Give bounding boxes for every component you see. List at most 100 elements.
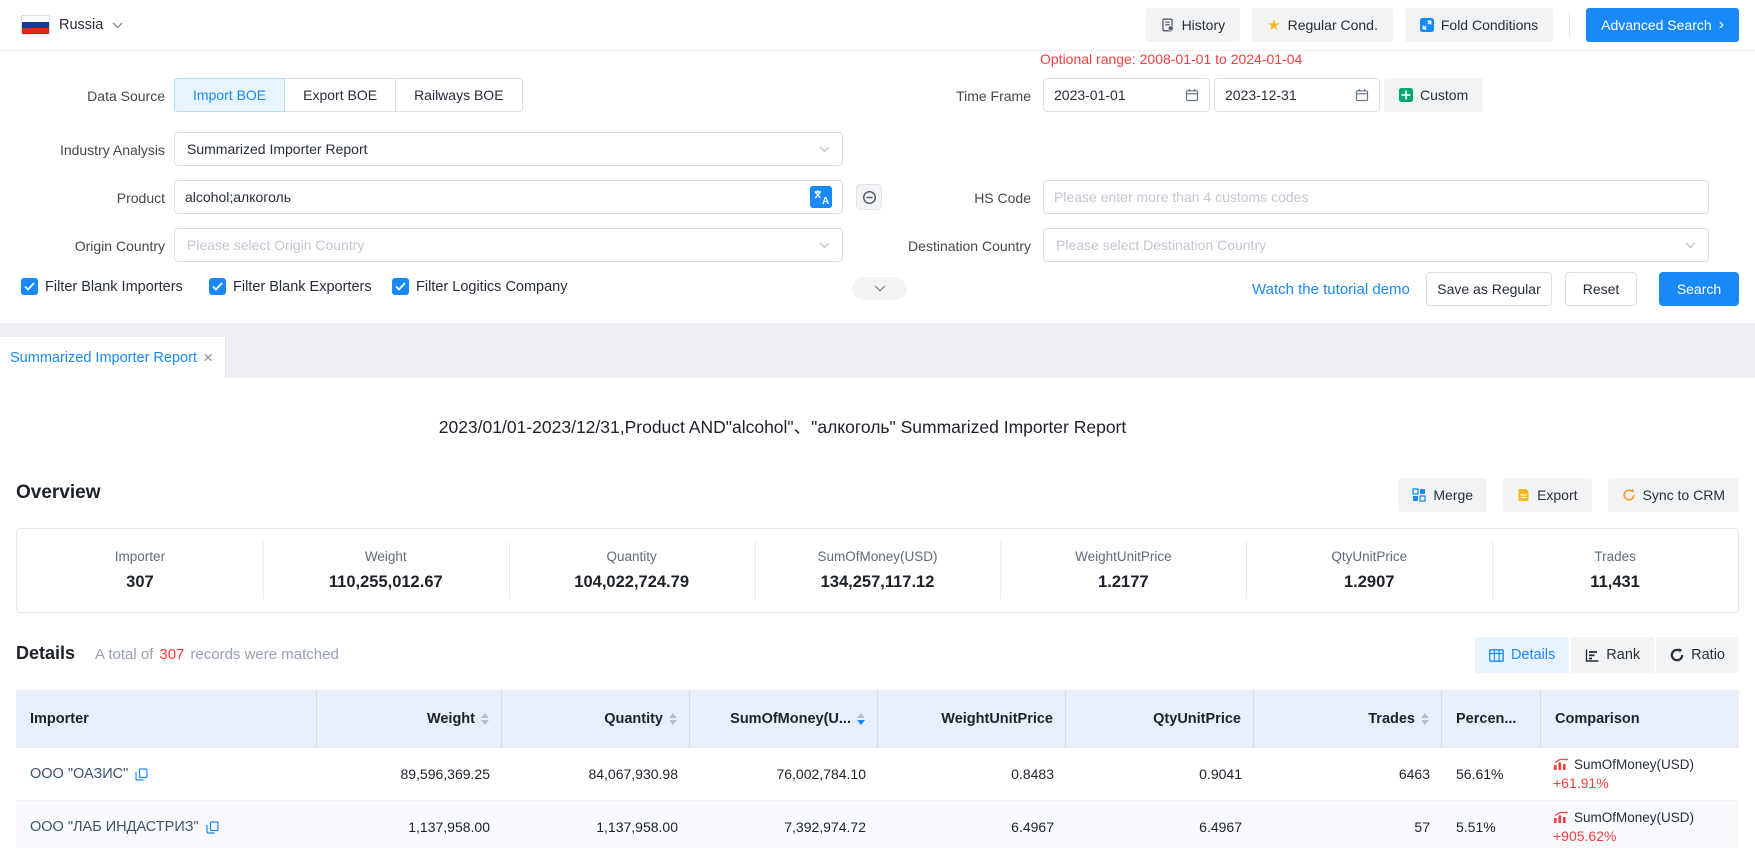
stat-weight: Weight110,255,012.67 <box>263 529 509 612</box>
export-label: Export <box>1537 487 1577 503</box>
product-input[interactable]: A <box>174 180 843 214</box>
overview-actions: Merge Export Sync to CRM <box>1398 478 1739 512</box>
data-source-import-boe[interactable]: Import BOE <box>174 78 285 112</box>
weight-unit-price-cell: 0.8483 <box>878 748 1066 800</box>
origin-country-label: Origin Country <box>0 237 165 255</box>
country-name: Russia <box>59 17 103 33</box>
time-frame-label: Time Frame <box>901 87 1031 105</box>
filter-blank-exporters-label: Filter Blank Exporters <box>233 279 372 295</box>
filter-logitics-company-checkbox[interactable]: Filter Logitics Company <box>392 278 568 295</box>
chevron-down-icon <box>112 22 123 29</box>
save-as-regular-button[interactable]: Save as Regular <box>1426 272 1552 306</box>
country-selector[interactable]: Russia <box>21 0 123 50</box>
start-date-value[interactable] <box>1054 87 1185 103</box>
table-header: Importer Weight Quantity SumOfMoney(U...… <box>16 690 1739 748</box>
destination-country-placeholder: Please select Destination Country <box>1056 237 1685 253</box>
comparison-cell: SumOfMoney(USD) +61.91% <box>1541 748 1739 800</box>
filter-blank-importers-checkbox[interactable]: Filter Blank Importers <box>21 278 183 295</box>
copy-icon[interactable] <box>135 768 148 781</box>
history-button[interactable]: History <box>1146 8 1241 42</box>
stat-value: 1.2177 <box>1098 573 1148 592</box>
sort-icon[interactable] <box>481 713 489 726</box>
close-icon[interactable]: × <box>203 349 213 366</box>
destination-country-select[interactable]: Please select Destination Country <box>1043 228 1709 262</box>
table-icon <box>1489 649 1504 662</box>
sort-icon-active-desc[interactable] <box>857 713 865 726</box>
start-date-input[interactable] <box>1043 78 1210 112</box>
hs-code-value[interactable] <box>1054 189 1698 205</box>
sum-of-money-cell: 7,392,974.72 <box>690 801 878 848</box>
origin-country-select[interactable]: Please select Origin Country <box>174 228 843 262</box>
sum-of-money-cell: 76,002,784.10 <box>690 748 878 800</box>
qty-unit-price-cell: 0.9041 <box>1066 748 1254 800</box>
stat-sum-of-money: SumOfMoney(USD)134,257,117.12 <box>755 529 1001 612</box>
weight-unit-price-cell: 6.4967 <box>878 801 1066 848</box>
ratio-view-button[interactable]: Ratio <box>1656 637 1739 673</box>
data-source-railways-boe[interactable]: Railways BOE <box>395 78 522 112</box>
hs-code-input[interactable] <box>1043 180 1709 214</box>
regular-cond-button[interactable]: ★ Regular Cond. <box>1252 8 1393 42</box>
search-button[interactable]: Search <box>1659 272 1739 306</box>
data-source-segment: Import BOE Export BOE Railways BOE <box>174 78 523 112</box>
advanced-search-button[interactable]: Advanced Search › <box>1586 8 1739 42</box>
tab-summarized-importer-report[interactable]: Summarized Importer Report × <box>0 337 226 378</box>
summary-suffix: records were matched <box>190 646 338 663</box>
rank-view-label: Rank <box>1606 647 1640 663</box>
russia-flag-icon <box>21 15 50 35</box>
trend-chart-icon <box>1553 811 1568 824</box>
end-date-input[interactable] <box>1214 78 1380 112</box>
importer-name-link[interactable]: ООО "ЛАБ ИНДАСТРИЗ" <box>30 819 199 835</box>
history-icon <box>1161 18 1175 32</box>
sort-icon[interactable] <box>669 713 677 726</box>
hs-code-label: HS Code <box>801 189 1031 207</box>
stat-label: WeightUnitPrice <box>1075 549 1172 564</box>
col-sum-of-money[interactable]: SumOfMoney(U... <box>690 690 878 748</box>
stat-label: QtyUnitPrice <box>1331 549 1407 564</box>
calendar-icon <box>1355 88 1369 102</box>
fold-conditions-label: Fold Conditions <box>1441 17 1538 33</box>
col-weight[interactable]: Weight <box>317 690 502 748</box>
rank-bars-icon <box>1585 649 1599 662</box>
merge-button[interactable]: Merge <box>1398 478 1487 512</box>
details-view-button[interactable]: Details <box>1475 637 1569 673</box>
industry-analysis-value: Summarized Importer Report <box>187 141 819 157</box>
sync-to-crm-button[interactable]: Sync to CRM <box>1608 478 1739 512</box>
stat-value: 110,255,012.67 <box>329 573 443 592</box>
export-button[interactable]: Export <box>1503 478 1591 512</box>
col-quantity[interactable]: Quantity <box>502 690 690 748</box>
product-value[interactable] <box>185 189 804 205</box>
comparison-change: +61.91% <box>1553 775 1609 791</box>
end-date-value[interactable] <box>1225 87 1355 103</box>
stat-value: 1.2907 <box>1344 573 1394 592</box>
sort-icon[interactable] <box>1421 713 1429 726</box>
copy-icon[interactable] <box>206 821 219 834</box>
trades-cell: 57 <box>1254 801 1442 848</box>
report-title: 2023/01/01-2023/12/31,Product AND"alcoho… <box>0 414 1565 439</box>
overview-stats-bar: Importer307 Weight110,255,012.67 Quantit… <box>16 528 1739 613</box>
filter-blank-exporters-checkbox[interactable]: Filter Blank Exporters <box>209 278 372 295</box>
col-comparison: Comparison <box>1541 690 1739 748</box>
filter-blank-importers-label: Filter Blank Importers <box>45 279 183 295</box>
reset-button[interactable]: Reset <box>1565 272 1637 306</box>
topbar-divider <box>1569 13 1570 37</box>
stat-label: Trades <box>1594 549 1636 564</box>
stat-value: 307 <box>126 573 154 592</box>
rank-view-button[interactable]: Rank <box>1571 637 1654 673</box>
details-view-label: Details <box>1511 647 1555 663</box>
table-row: ООО "ЛАБ ИНДАСТРИЗ" 1,137,958.00 1,137,9… <box>16 801 1739 848</box>
fold-conditions-button[interactable]: Fold Conditions <box>1405 8 1553 42</box>
importer-name-link[interactable]: ООО "ОАЗИС" <box>30 766 128 782</box>
chevron-down-icon <box>819 146 830 153</box>
collapse-form-button[interactable] <box>852 277 907 300</box>
stat-importer: Importer307 <box>17 529 263 612</box>
tab-bar: Summarized Importer Report × <box>0 323 1755 378</box>
trades-cell: 6463 <box>1254 748 1442 800</box>
col-trades[interactable]: Trades <box>1254 690 1442 748</box>
industry-analysis-select[interactable]: Summarized Importer Report <box>174 132 843 166</box>
custom-range-button[interactable]: Custom <box>1384 78 1483 112</box>
tutorial-demo-link[interactable]: Watch the tutorial demo <box>1252 281 1410 298</box>
data-source-export-boe[interactable]: Export BOE <box>284 78 396 112</box>
tab-title: Summarized Importer Report <box>10 350 203 366</box>
custom-grid-icon <box>1399 88 1413 102</box>
stat-value: 11,431 <box>1590 573 1640 592</box>
